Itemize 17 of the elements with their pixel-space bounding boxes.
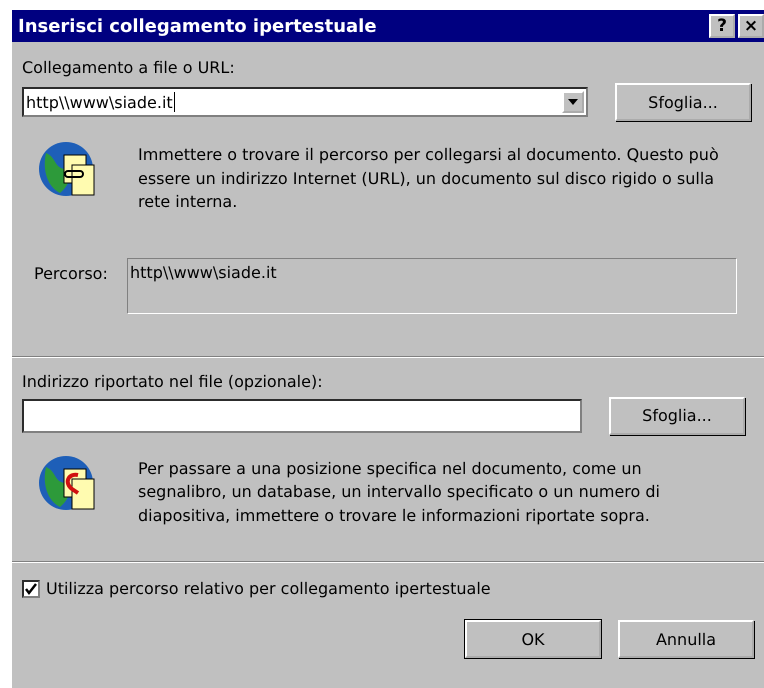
field-label: Collegamento a file o URL: — [22, 58, 236, 77]
field-label: Indirizzo riportato nel file (opzionale): — [22, 372, 324, 390]
checkbox-label[interactable]: Utilizza percorso relativo per collegamento ipertestuale — [46, 579, 491, 598]
url-combobox[interactable]: http\\www\siade.it — [22, 87, 588, 117]
description-text: Immettere o trovare il percorso per collegarsi al documento. Questo può essere un indirizzo Internet (URL), un documento sul disco rigido o sulla rete interna. — [138, 144, 720, 213]
path-display: http\\www\siade.it — [127, 258, 737, 314]
browse-button[interactable]: Sfoglia... — [609, 396, 745, 434]
checkbox[interactable] — [22, 580, 40, 598]
path-label: Percorso: — [33, 262, 109, 282]
input-field[interactable] — [22, 398, 582, 432]
close-button[interactable]: × — [738, 14, 764, 38]
description-text: Per passare a una posizione specifica nel documento, come un segnalibro, un database, un intervallo specificato o un numero di diapositiva, immettere o trovare le informazioni riportate sopra. — [138, 458, 661, 526]
browse-button[interactable]: Sfoglia... — [615, 83, 751, 121]
window-title: Inserisci collegamento ipertestuale — [18, 16, 377, 36]
cancel-button[interactable]: Annulla — [618, 620, 754, 658]
ok-button[interactable]: OK — [465, 620, 601, 658]
help-button[interactable]: ? — [709, 14, 735, 38]
